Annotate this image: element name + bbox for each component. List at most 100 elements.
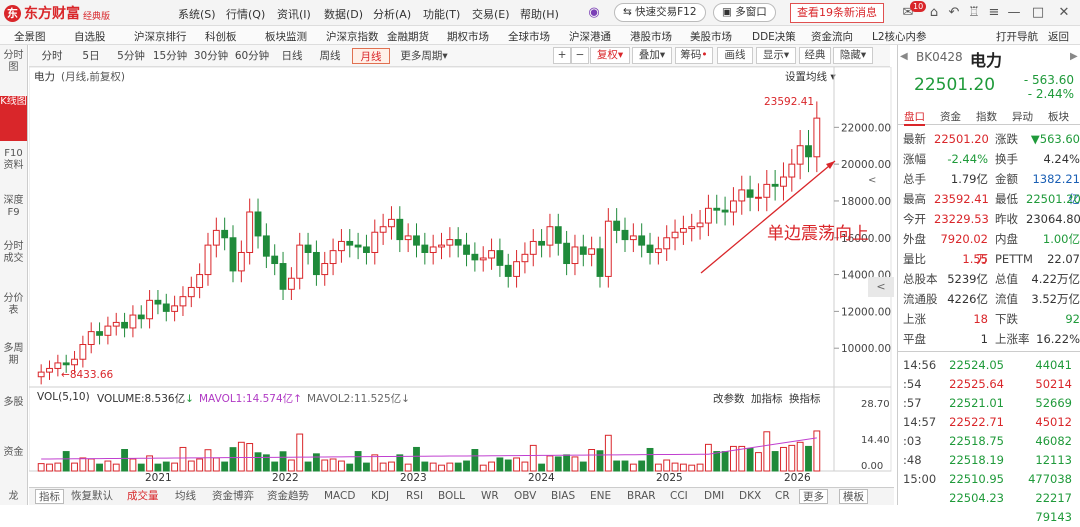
quick-trade-button[interactable]: ⇆ 快速交易F12: [614, 3, 706, 22]
menu-help[interactable]: 帮助(H): [520, 6, 559, 22]
tab-indicators[interactable]: 指标: [35, 489, 64, 504]
nav-back[interactable]: 返回: [1048, 29, 1069, 44]
tab-ma[interactable]: 均线: [175, 489, 196, 504]
nav-sector-monitor[interactable]: 板块监测: [265, 29, 307, 44]
classic-button[interactable]: 经典: [799, 47, 831, 64]
tab-wr[interactable]: WR: [481, 489, 499, 504]
rail-funds[interactable]: 资金: [0, 447, 27, 477]
close-icon[interactable]: ✕: [1056, 5, 1072, 21]
left-arrow-icon[interactable]: ◀: [900, 51, 908, 62]
tab-rsi[interactable]: RSI: [406, 489, 423, 504]
news-button[interactable]: 查看19条新消息: [790, 3, 884, 23]
tab-brar[interactable]: BRAR: [627, 489, 656, 504]
add-indicator-button[interactable]: 加指标: [751, 391, 783, 406]
menu-analysis[interactable]: 分析(A): [373, 6, 411, 22]
expand-right-icon[interactable]: <: [868, 277, 894, 297]
tab-movement[interactable]: 异动: [1012, 109, 1033, 124]
collapse-panel-icon[interactable]: <: [868, 175, 876, 186]
period-day[interactable]: 日线: [277, 48, 307, 64]
tab-macd[interactable]: MACD: [324, 489, 355, 504]
tab-sector[interactable]: 板块: [1048, 109, 1069, 124]
zoom-out-button[interactable]: −: [571, 47, 589, 64]
tab-obv[interactable]: OBV: [514, 489, 536, 504]
avatar-icon[interactable]: ◉: [586, 5, 602, 21]
nav-star-market[interactable]: 科创板: [205, 29, 237, 44]
period-week[interactable]: 周线: [315, 48, 345, 64]
nav-l2[interactable]: L2核心内参: [872, 29, 927, 44]
maximize-icon[interactable]: □: [1030, 5, 1046, 21]
nav-global[interactable]: 全球市场: [508, 29, 550, 44]
period-5day[interactable]: 5日: [77, 48, 105, 64]
menu-function[interactable]: 功能(T): [423, 6, 460, 22]
minimize-icon[interactable]: —: [1006, 5, 1022, 21]
home-icon[interactable]: ⌂: [926, 5, 942, 21]
nav-dde[interactable]: DDE决策: [752, 29, 796, 44]
draw-line-button[interactable]: 画线: [717, 47, 753, 64]
menu-icon[interactable]: ≡: [986, 5, 1002, 21]
menu-system[interactable]: 系统(S): [178, 6, 216, 22]
tab-volume[interactable]: 成交量: [127, 489, 159, 504]
tab-dmi[interactable]: DMI: [704, 489, 724, 504]
nav-hk[interactable]: 港股市场: [630, 29, 672, 44]
tick-row: :48 22518.19 12113: [898, 450, 1080, 470]
shirt-icon[interactable]: ♖: [966, 5, 982, 21]
tab-fund-game[interactable]: 资金博弈: [212, 489, 254, 504]
switch-indicator-button[interactable]: 换指标: [789, 391, 821, 406]
nav-options[interactable]: 期权市场: [447, 29, 489, 44]
nav-connect[interactable]: 沪深港通: [569, 29, 611, 44]
period-month[interactable]: 月线: [352, 48, 390, 64]
rail-dragon[interactable]: 龙: [0, 491, 27, 505]
adjust-button[interactable]: 复权▾: [590, 47, 630, 64]
zoom-in-button[interactable]: +: [553, 47, 571, 64]
rail-depth[interactable]: 深度F9: [0, 195, 27, 235]
tab-fund-trend[interactable]: 资金趋势: [267, 489, 309, 504]
edit-params-button[interactable]: 改参数: [713, 391, 745, 406]
nav-index[interactable]: 沪深京指数: [326, 29, 379, 44]
rail-price-table[interactable]: 分价表: [0, 293, 27, 333]
nav-fund-flow[interactable]: 资金流向: [811, 29, 853, 44]
multi-window-button[interactable]: ▣ 多窗口: [713, 3, 776, 22]
undo-icon[interactable]: ↶: [946, 5, 962, 21]
tab-cr[interactable]: CR: [775, 489, 790, 504]
nav-panorama[interactable]: 全景图: [14, 29, 46, 44]
rail-trades[interactable]: 分时成交: [0, 241, 27, 281]
period-5min[interactable]: 5分钟: [113, 48, 149, 64]
chips-button[interactable]: 筹码•: [675, 47, 713, 64]
tab-handicap[interactable]: 盘口: [904, 109, 925, 126]
rail-kline[interactable]: K线图: [0, 96, 27, 141]
quote-panel: ◀ BK0428 电力 ▶ 22501.20 - 563.60 - 2.44% …: [897, 45, 1080, 524]
tab-restore-default[interactable]: 恢复默认: [71, 489, 113, 504]
nav-ranking[interactable]: 沪深京排行: [134, 29, 187, 44]
menu-data[interactable]: 数据(D): [324, 6, 363, 22]
tab-cci[interactable]: CCI: [670, 489, 688, 504]
tab-boll[interactable]: BOLL: [438, 489, 465, 504]
rail-f10[interactable]: F10资料: [0, 148, 27, 188]
nav-open-guide[interactable]: 打开导航: [996, 29, 1038, 44]
period-15min[interactable]: 15分钟: [151, 48, 189, 64]
tab-ene[interactable]: ENE: [590, 489, 611, 504]
tab-template[interactable]: 模板: [839, 489, 868, 504]
rail-multi-stock[interactable]: 多股: [0, 397, 27, 427]
tab-index[interactable]: 指数: [976, 109, 997, 124]
tab-funds[interactable]: 资金: [940, 109, 961, 124]
nav-fin-futures[interactable]: 金融期货: [387, 29, 429, 44]
tab-kdj[interactable]: KDJ: [371, 489, 389, 504]
nav-us[interactable]: 美股市场: [690, 29, 732, 44]
nav-watchlist[interactable]: 自选股: [74, 29, 106, 44]
overlay-button[interactable]: 叠加▾: [632, 47, 672, 64]
tab-more[interactable]: 更多: [799, 489, 828, 504]
display-button[interactable]: 显示▾: [756, 47, 796, 64]
period-30min[interactable]: 30分钟: [192, 48, 230, 64]
rail-intraday[interactable]: 分时图: [0, 50, 27, 90]
period-intraday[interactable]: 分时: [37, 48, 67, 64]
tab-dkx[interactable]: DKX: [739, 489, 761, 504]
rail-multi-period[interactable]: 多周期: [0, 343, 27, 383]
menu-market[interactable]: 行情(Q): [226, 6, 265, 22]
right-arrow-icon[interactable]: ▶: [1070, 51, 1078, 62]
tab-bias[interactable]: BIAS: [551, 489, 575, 504]
period-more[interactable]: 更多周期▾: [395, 48, 453, 64]
menu-news[interactable]: 资讯(I): [277, 6, 311, 22]
menu-trade[interactable]: 交易(E): [472, 6, 510, 22]
period-60min[interactable]: 60分钟: [233, 48, 271, 64]
hide-button[interactable]: 隐藏▾: [833, 47, 873, 64]
